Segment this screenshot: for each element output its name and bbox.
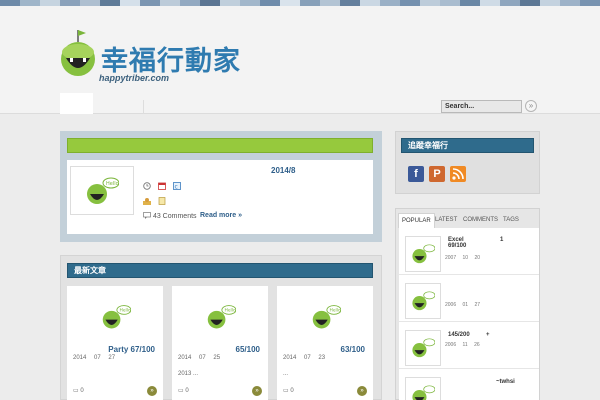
- read-more-arrow-icon[interactable]: »: [147, 386, 157, 396]
- read-more-link[interactable]: Read more »: [200, 212, 242, 219]
- post-comments[interactable]: ▭ 0: [283, 387, 294, 394]
- popular-post-date: 2007 10 20: [445, 255, 481, 261]
- svg-text:Hello: Hello: [330, 308, 341, 314]
- post-date: 2014 07 23: [283, 355, 326, 361]
- popular-list: Excel 69/100 1 2007 10 20 2006 01 27 145…: [399, 228, 539, 400]
- post-card[interactable]: Hello 63/100 2014 07 23 ... ▭ 0 »: [277, 286, 373, 400]
- featured-post-title-bar[interactable]: [67, 138, 373, 153]
- tab-tags[interactable]: TAGS: [500, 213, 522, 228]
- search-input[interactable]: Search...: [441, 100, 522, 113]
- mascot-hello-icon: [412, 244, 435, 264]
- list-item[interactable]: 145/200 + 2006 11 26: [399, 322, 539, 369]
- post-thumbnail[interactable]: Hello: [311, 300, 341, 334]
- featured-post-panel: Hello 2014/8 c 43 Comments Read more »: [60, 131, 382, 242]
- featured-post-thumbnail[interactable]: Hello: [70, 166, 134, 215]
- popular-post-title[interactable]: ~twhsi: [496, 379, 515, 385]
- nav-tab-home[interactable]: [60, 93, 93, 114]
- tab-latest[interactable]: LATEST: [432, 213, 460, 228]
- post-thumbnail[interactable]: Hello: [206, 300, 236, 334]
- popular-post-title[interactable]: 145/200: [448, 332, 470, 338]
- list-item[interactable]: Excel 69/100 1 2007 10 20: [399, 228, 539, 275]
- featured-post-date: 2014/8: [271, 166, 296, 175]
- svg-text:c: c: [175, 184, 178, 191]
- chevron-right-circle-icon: »: [528, 101, 534, 110]
- comment-icon: ▭: [283, 388, 289, 394]
- popular-post-title[interactable]: Excel 69/100: [448, 237, 478, 249]
- popular-post-date: 2006 01 27: [445, 302, 481, 308]
- post-title[interactable]: Party 67/100: [108, 345, 155, 354]
- post-date: 2014 07 25: [178, 355, 221, 361]
- featured-post-card: Hello 2014/8 c 43 Comments Read more »: [67, 160, 373, 234]
- tab-comments[interactable]: COMMENTS: [460, 213, 501, 228]
- popular-post-date: 2006 11 26: [445, 342, 480, 348]
- clock-icon: [143, 182, 151, 190]
- post-comments[interactable]: ▭ 0: [178, 387, 189, 394]
- nav-divider: [143, 100, 144, 114]
- comments-count: 0: [290, 388, 294, 394]
- post-thumbnail[interactable]: [405, 283, 441, 319]
- tab-popular[interactable]: POPULAR: [398, 213, 435, 228]
- author-icon: [143, 198, 151, 205]
- mascot-hello-icon: Hello: [102, 305, 131, 329]
- featured-post-comments[interactable]: 43 Comments: [143, 212, 197, 220]
- comments-count: 0: [80, 388, 84, 394]
- post-title[interactable]: 63/100: [341, 345, 365, 354]
- list-item[interactable]: ~twhsi: [399, 369, 539, 400]
- category-icon: c: [173, 182, 181, 190]
- post-card[interactable]: Hello Party 67/100 2014 07 27 ▭ 0 »: [67, 286, 163, 400]
- latest-posts-panel: 最新文章 Hello Party 67/100 2014 07 27 ▭ 0 »…: [60, 255, 382, 400]
- post-thumbnail[interactable]: [405, 377, 441, 400]
- mascot-hello-icon: Hello: [312, 305, 341, 329]
- post-card[interactable]: Hello 65/100 2014 07 25 2013 ... ▭ 0 »: [172, 286, 268, 400]
- post-title[interactable]: 65/100: [236, 345, 260, 354]
- calendar-icon: [158, 182, 166, 190]
- read-more-arrow-icon[interactable]: »: [357, 386, 367, 396]
- search-button[interactable]: »: [525, 100, 537, 112]
- comments-count: 0: [185, 388, 189, 394]
- svg-text:Hello: Hello: [225, 308, 236, 314]
- rss-icon[interactable]: [450, 166, 466, 182]
- post-thumbnail[interactable]: Hello: [101, 300, 131, 334]
- post-excerpt: ...: [283, 371, 289, 377]
- facebook-icon[interactable]: f: [408, 166, 424, 182]
- latest-posts-heading: 最新文章: [67, 263, 373, 278]
- site-header: 幸福行動家 happytriber.com Search... »: [0, 6, 600, 114]
- list-item[interactable]: 2006 01 27: [399, 275, 539, 322]
- popular-post-number: +: [486, 332, 490, 338]
- post-thumbnail[interactable]: [405, 330, 441, 366]
- comment-icon: [143, 212, 151, 219]
- site-logo[interactable]: [58, 28, 98, 78]
- post-thumbnail[interactable]: [405, 236, 441, 272]
- post-date: 2014 07 27: [73, 355, 116, 361]
- post-comments[interactable]: ▭ 0: [73, 387, 84, 394]
- mascot-hello-icon: [412, 338, 435, 358]
- site-url: happytriber.com: [99, 73, 170, 83]
- comments-count: 43 Comments: [152, 213, 197, 220]
- social-widget: 追蹤幸福行 f P: [395, 131, 540, 194]
- comment-icon: ▭: [73, 388, 79, 394]
- popular-post-number: 1: [500, 237, 504, 243]
- svg-text:Hello: Hello: [106, 181, 119, 187]
- read-more-arrow-icon[interactable]: »: [252, 386, 262, 396]
- svg-text:Hello: Hello: [120, 308, 131, 314]
- mascot-hello-icon: Hello: [207, 305, 236, 329]
- plurk-icon[interactable]: P: [429, 166, 445, 182]
- mascot-hello-icon: [412, 291, 435, 311]
- tabbed-widget: POPULAR LATEST COMMENTS TAGS Excel 69/10…: [395, 208, 540, 400]
- mascot-hello-icon: [412, 385, 435, 400]
- mascot-hello-icon: Hello: [87, 177, 119, 204]
- comment-icon: ▭: [178, 388, 184, 394]
- post-excerpt: 2013 ...: [178, 371, 199, 377]
- social-widget-heading: 追蹤幸福行: [401, 138, 534, 153]
- tag-icon: [158, 197, 166, 205]
